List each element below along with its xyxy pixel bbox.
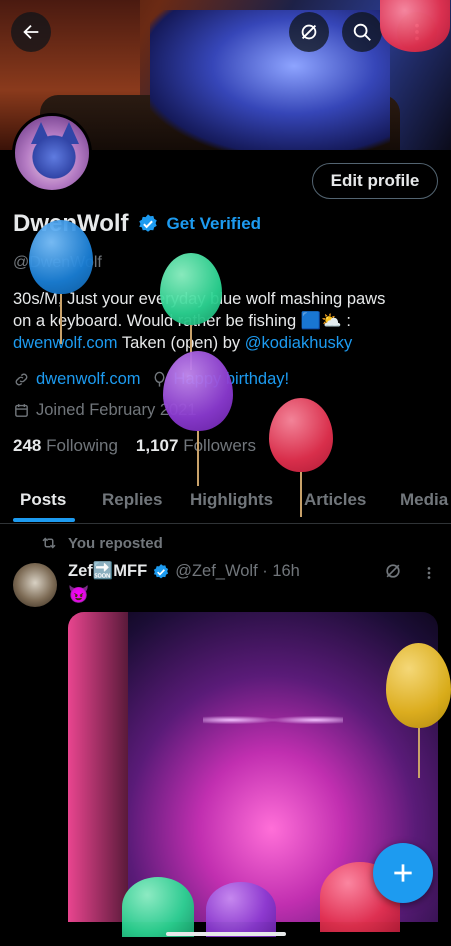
bio-website-link[interactable]: dwenwolf.com [13, 334, 118, 352]
following-count: 248 [13, 436, 42, 455]
bio-text: Taken (open) by [117, 334, 245, 352]
balloon-red-top [380, 0, 450, 52]
repost-label: You reposted [68, 534, 163, 552]
back-arrow-icon [23, 24, 39, 40]
get-verified-link[interactable]: Get Verified [167, 214, 261, 234]
profile-meta: dwenwolf.com Happy birthday! [13, 370, 289, 389]
search-icon [353, 23, 371, 41]
grok-icon [301, 24, 317, 40]
profile-bio: 30s/M, Just your everyday blue wolf mash… [13, 288, 438, 354]
back-button[interactable] [11, 12, 51, 52]
tab-highlights[interactable]: Highlights [190, 490, 273, 510]
following-link[interactable]: 248 Following [13, 436, 118, 456]
balloon-purple [163, 351, 233, 486]
home-indicator[interactable] [166, 932, 286, 936]
balloon-yellow [386, 643, 451, 778]
profile-avatar[interactable] [12, 113, 92, 193]
tab-posts[interactable]: Posts [20, 490, 66, 510]
balloon-green-bottom [122, 877, 194, 937]
tab-articles[interactable]: Articles [304, 490, 366, 510]
follow-counts: 248 Following 1,107 Followers [13, 436, 256, 456]
media-light-beam [68, 612, 128, 922]
followers-link[interactable]: 1,107 Followers [136, 436, 256, 456]
post-header: Zef🔜MFF @Zef_Wolf · 16h [68, 562, 300, 581]
post-text: 😈 [68, 585, 90, 604]
grok-button[interactable] [289, 12, 329, 52]
balloon-blue [29, 220, 93, 344]
post-more-icon[interactable] [420, 563, 438, 583]
bio-mention-link[interactable]: @kodiakhusky [245, 334, 353, 352]
search-button[interactable] [342, 12, 382, 52]
active-tab-indicator [13, 518, 75, 522]
website-link[interactable]: dwenwolf.com [36, 370, 141, 389]
grok-icon[interactable] [383, 561, 403, 581]
post-author-avatar[interactable] [13, 563, 57, 607]
tab-replies[interactable]: Replies [102, 490, 162, 510]
calendar-icon [15, 404, 28, 417]
verified-badge-icon [154, 563, 169, 578]
tab-media[interactable]: Media [400, 490, 448, 510]
post-handle-time: @Zef_Wolf · 16h [175, 562, 300, 580]
plus-icon [394, 864, 412, 882]
balloon-red [269, 398, 333, 517]
avatar-face [29, 132, 79, 182]
following-label: Following [46, 436, 118, 455]
repost-icon [42, 537, 56, 549]
balloon-green [160, 253, 222, 370]
edit-profile-button[interactable]: Edit profile [312, 163, 438, 199]
followers-count: 1,107 [135, 436, 179, 455]
repost-indicator: You reposted [40, 534, 163, 552]
post-author-name[interactable]: Zef🔜MFF [68, 562, 147, 581]
followers-label: Followers [183, 436, 256, 455]
link-icon [15, 373, 28, 386]
compose-post-button[interactable] [373, 843, 433, 903]
bio-line: on a keyboard. Would rather be fishing 🟦… [13, 312, 351, 330]
media-character-eyes [203, 710, 343, 730]
balloon-purple-bottom [206, 882, 276, 937]
verified-badge-icon [138, 214, 157, 232]
